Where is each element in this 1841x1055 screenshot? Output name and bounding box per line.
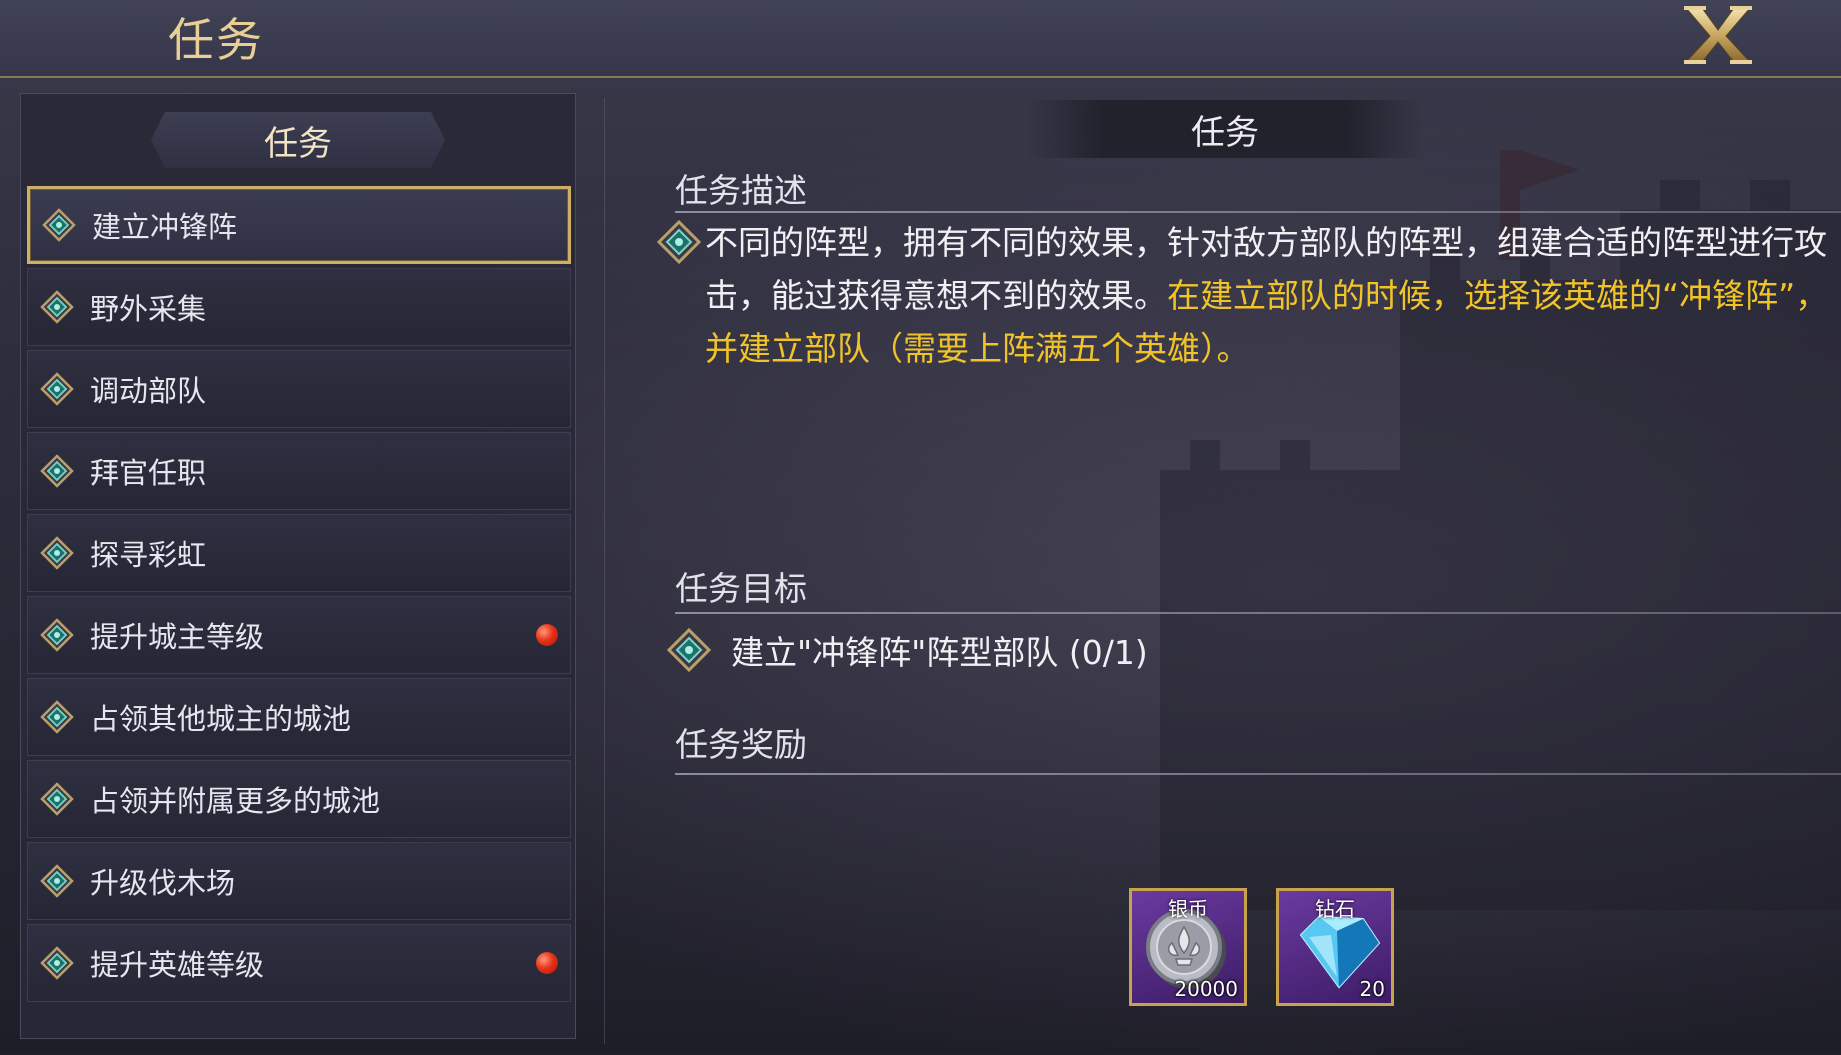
quest-diamond-icon xyxy=(40,290,74,324)
reward-diamond-name: 钻石 xyxy=(1315,897,1355,921)
reward-silver-count: 20000 xyxy=(1174,977,1238,1001)
notification-dot xyxy=(536,624,558,646)
description-title: 任务描述 xyxy=(675,171,807,210)
quest-item[interactable]: 占领其他城主的城池 xyxy=(27,678,571,756)
quest-item-label: 野外采集 xyxy=(90,292,207,326)
quest-diamond-icon xyxy=(40,536,74,570)
reward-diamond[interactable]: 钻石 20 xyxy=(1276,888,1394,1006)
quest-item-label: 提升英雄等级 xyxy=(90,948,265,982)
description-divider xyxy=(675,211,1841,213)
top-bar: 任务 xyxy=(0,0,1841,78)
quest-diamond-icon xyxy=(40,782,74,816)
quest-item-label: 调动部队 xyxy=(90,374,207,408)
quest-item-label: 占领并附属更多的城池 xyxy=(90,784,381,818)
description-text: 不同的阵型，拥有不同的效果，针对敌方部队的阵型，组建合适的阵型进行攻击，能过获得… xyxy=(705,216,1835,375)
reward-title: 任务奖励 xyxy=(675,725,807,764)
detail-heading: 任务 xyxy=(1025,100,1425,158)
reward-diamond-count: 20 xyxy=(1359,977,1385,1001)
reward-divider xyxy=(675,773,1841,775)
objective-diamond-icon xyxy=(667,628,711,672)
quest-item[interactable]: 拜官任职 xyxy=(27,432,571,510)
quest-diamond-icon xyxy=(40,372,74,406)
objective-text: 建立"冲锋阵"阵型部队 (0/1) xyxy=(731,633,1148,672)
quest-item[interactable]: 提升英雄等级 xyxy=(27,924,571,1002)
description-diamond-icon xyxy=(657,220,701,264)
quest-diamond-icon xyxy=(40,946,74,980)
quest-item[interactable]: 升级伐木场 xyxy=(27,842,571,920)
quest-item-label: 建立冲锋阵 xyxy=(92,210,238,244)
quest-diamond-icon xyxy=(40,454,74,488)
reward-silver-name: 银币 xyxy=(1168,897,1208,921)
quest-diamond-icon xyxy=(40,700,74,734)
quest-detail-panel: 任务 任务描述 不同的阵型，拥有不同的效果，针对敌方部队的阵型，组建合适的阵型进… xyxy=(604,98,1841,1044)
close-icon xyxy=(1684,6,1752,64)
quest-item[interactable]: 占领并附属更多的城池 xyxy=(27,760,571,838)
quest-item[interactable]: 提升城主等级 xyxy=(27,596,571,674)
quest-item[interactable]: 建立冲锋阵 xyxy=(27,186,571,264)
quest-diamond-icon xyxy=(40,864,74,898)
quest-item-label: 占领其他城主的城池 xyxy=(90,702,352,736)
close-button[interactable] xyxy=(1682,6,1754,64)
notification-dot xyxy=(536,952,558,974)
quest-list-heading: 任务 xyxy=(151,112,445,168)
quest-list: 建立冲锋阵野外采集调动部队拜官任职探寻彩虹提升城主等级占领其他城主的城池 占领并附… xyxy=(27,186,571,1006)
quest-item[interactable]: 野外采集 xyxy=(27,268,571,346)
reward-silver[interactable]: 银币 20000 xyxy=(1129,888,1247,1006)
objective-title: 任务目标 xyxy=(675,569,807,608)
quest-diamond-icon xyxy=(40,618,74,652)
quest-item-label: 拜官任职 xyxy=(90,456,207,490)
page-title: 任务 xyxy=(168,13,264,67)
quest-item-label: 提升城主等级 xyxy=(90,620,265,654)
quest-item[interactable]: 探寻彩虹 xyxy=(27,514,571,592)
quest-list-panel: 任务 建立冲锋阵野外采集调动部队拜官任职探寻彩虹提升城主等级占领其他城主的城池占… xyxy=(20,93,576,1039)
quest-item-label: 探寻彩虹 xyxy=(90,538,207,572)
quest-item[interactable]: 调动部队 xyxy=(27,350,571,428)
quest-diamond-icon xyxy=(42,208,76,242)
objective-divider xyxy=(675,612,1841,614)
quest-item-label: 升级伐木场 xyxy=(90,866,236,900)
